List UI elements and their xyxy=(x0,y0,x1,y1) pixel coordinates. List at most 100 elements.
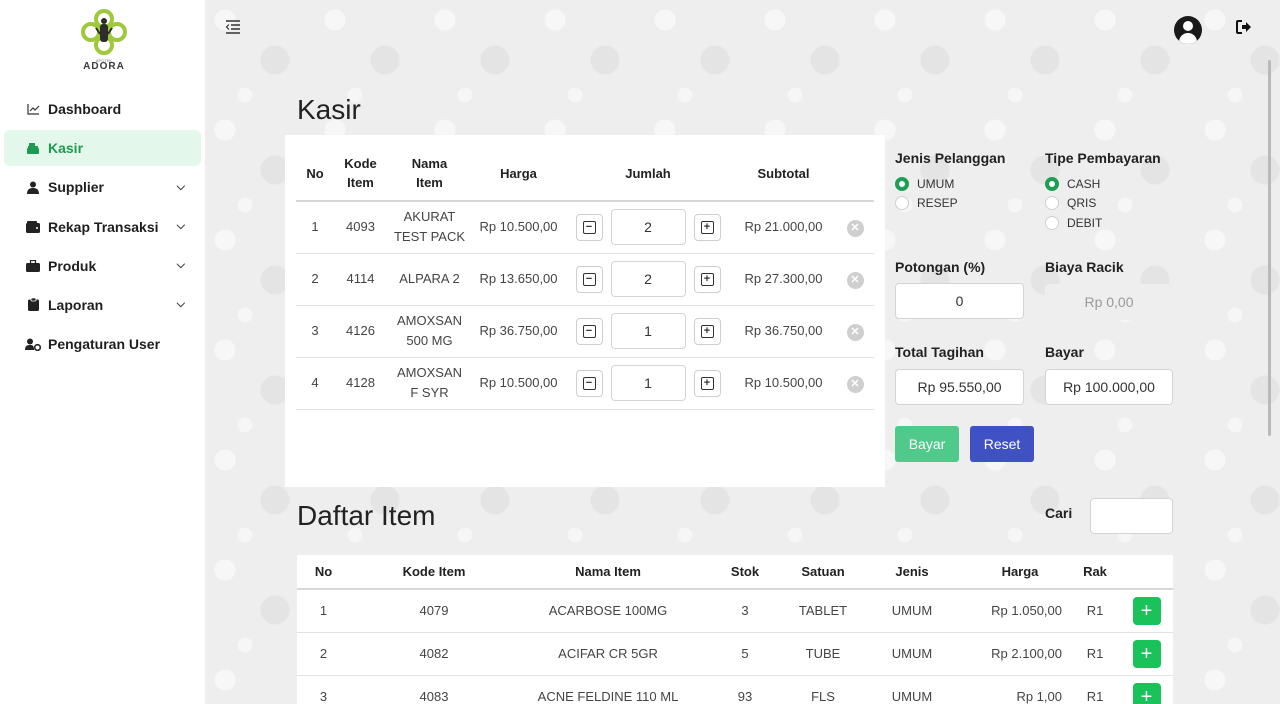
cell-action: + xyxy=(1120,632,1173,676)
increment-button[interactable]: + xyxy=(693,265,721,293)
radio-cash[interactable]: CASH xyxy=(1045,177,1100,191)
brand-logo[interactable]: APOTEK ADORA xyxy=(78,8,130,78)
radio-resep[interactable]: RESEP xyxy=(895,196,958,210)
bayar-button[interactable]: Bayar xyxy=(895,426,959,462)
brand-name: ADORA xyxy=(83,61,125,72)
quantity-input[interactable] xyxy=(610,261,686,297)
col-no: No xyxy=(296,146,334,202)
cell-nama: AMOXSAN F SYR xyxy=(387,357,472,410)
menu-toggle-icon[interactable] xyxy=(225,20,243,36)
cell-rak: R1 xyxy=(1070,675,1120,704)
radio-qris[interactable]: QRIS xyxy=(1045,196,1096,210)
radio-debit[interactable]: DEBIT xyxy=(1045,216,1102,230)
remove-item-icon[interactable]: ✕ xyxy=(846,271,864,289)
col-no: No xyxy=(297,555,350,590)
users-cog-icon xyxy=(25,338,41,351)
decrement-button[interactable]: − xyxy=(575,369,603,397)
radio-dot xyxy=(1045,177,1059,191)
briefcase-icon xyxy=(25,259,41,272)
sidebar-item-produk[interactable]: Produk xyxy=(4,248,201,284)
cell-jenis: UMUM xyxy=(854,632,970,676)
sidebar-item-label: Rekap Transaksi xyxy=(48,218,159,235)
cell-harga: Rp 1,00 xyxy=(970,675,1070,704)
sidebar-item-pengaturan-user[interactable]: Pengaturan User xyxy=(4,326,201,362)
cell-subtotal: Rp 21.000,00 xyxy=(731,201,836,254)
col-kode-item: Kode Item xyxy=(350,555,518,590)
minus-square-icon: − xyxy=(582,324,596,338)
sidebar-item-label: Pengaturan User xyxy=(48,336,161,353)
decrement-button[interactable]: − xyxy=(575,265,603,293)
increment-button[interactable]: + xyxy=(693,369,721,397)
col-stok: Stok xyxy=(698,555,792,590)
remove-item-icon[interactable]: ✕ xyxy=(846,219,864,237)
add-item-button[interactable]: + xyxy=(1132,596,1161,625)
cell-harga: Rp 10.500,00 xyxy=(472,357,565,410)
radio-dot xyxy=(895,196,909,210)
col-jenis: Jenis xyxy=(854,555,970,590)
tipe-pembayaran-label: Tipe Pembayaran xyxy=(1045,150,1161,166)
cell-stok: 5 xyxy=(698,632,792,676)
kasir-cart-panel: No Kode Item Nama Item Harga Jumlah Subtot… xyxy=(285,135,885,487)
cart-row: 1 4093 AKURATTEST PACK Rp 10.500,00 − + … xyxy=(296,201,874,254)
user-avatar-icon[interactable] xyxy=(1174,16,1202,44)
wallet-icon xyxy=(25,220,41,233)
increment-button[interactable]: + xyxy=(693,213,721,241)
cell-rak: R1 xyxy=(1070,632,1120,676)
remove-item-icon[interactable]: ✕ xyxy=(846,375,864,393)
add-item-button[interactable]: + xyxy=(1132,639,1161,668)
biaya-racik-label: Biaya Racik xyxy=(1045,259,1124,275)
sidebar-item-label: Laporan xyxy=(48,296,104,313)
radio-umum[interactable]: UMUM xyxy=(895,177,954,191)
cell-action: ✕ xyxy=(836,305,874,358)
potongan-input[interactable] xyxy=(895,283,1024,319)
cell-harga: Rp 36.750,00 xyxy=(472,305,565,358)
col-subtotal: Subtotal xyxy=(731,146,836,202)
col-nama-item: Nama Item xyxy=(387,146,472,202)
item-row: 1 4079 ACARBOSE 100MG 3 TABLET UMUM Rp 1… xyxy=(297,589,1173,633)
sidebar-item-laporan[interactable]: Laporan xyxy=(4,287,201,323)
chevron-down-icon xyxy=(177,298,185,311)
cell-action: ✕ xyxy=(836,201,874,254)
bayar-input[interactable] xyxy=(1045,369,1173,405)
logout-icon[interactable] xyxy=(1236,20,1254,38)
sidebar-item-supplier[interactable]: Supplier xyxy=(4,169,201,205)
remove-item-icon[interactable]: ✕ xyxy=(846,323,864,341)
quantity-input[interactable] xyxy=(610,209,686,246)
search-input[interactable] xyxy=(1090,498,1173,534)
sidebar-item-rekap-transaksi[interactable]: Rekap Transaksi xyxy=(4,209,201,245)
sidebar-item-kasir[interactable]: Kasir xyxy=(4,130,201,167)
decrement-button[interactable]: − xyxy=(575,317,603,345)
cell-nama: ACARBOSE 100MG xyxy=(518,589,698,633)
biaya-racik-input xyxy=(1045,284,1173,320)
page-title: Kasir xyxy=(297,94,361,125)
cell-kode: 4082 xyxy=(350,632,518,676)
total-tagihan-input[interactable] xyxy=(895,369,1024,405)
daftar-item-title: Daftar Item xyxy=(297,500,436,531)
decrement-button[interactable]: − xyxy=(575,213,603,241)
logo-icon xyxy=(81,9,127,55)
reset-button[interactable]: Reset xyxy=(970,426,1034,462)
quantity-input[interactable] xyxy=(610,365,686,401)
page-scrollbar[interactable] xyxy=(1268,60,1271,436)
radio-dot xyxy=(1045,216,1059,230)
bayar-label: Bayar xyxy=(1045,344,1084,360)
col-action xyxy=(1120,555,1173,590)
quantity-input[interactable] xyxy=(610,313,686,349)
add-item-button[interactable]: + xyxy=(1132,682,1161,704)
cell-satuan: TUBE xyxy=(792,632,854,676)
col-harga: Harga xyxy=(970,555,1070,590)
chevron-down-icon xyxy=(177,220,185,233)
increment-button[interactable]: + xyxy=(693,317,721,345)
cell-action: ✕ xyxy=(836,357,874,410)
item-row: 2 4082 ACIFAR CR 5GR 5 TUBE UMUM Rp 2.10… xyxy=(297,632,1173,676)
minus-square-icon: − xyxy=(582,220,596,234)
item-table: No Kode Item Nama Item Stok Satuan Jenis… xyxy=(297,555,1173,704)
cell-nama: ALPARA 2 xyxy=(387,253,472,306)
cell-no: 2 xyxy=(296,253,334,306)
col-action xyxy=(836,146,874,202)
cell-kode: 4114 xyxy=(334,253,387,306)
col-harga: Harga xyxy=(472,146,565,202)
cell-subtotal: Rp 36.750,00 xyxy=(731,305,836,358)
cell-kode: 4093 xyxy=(334,201,387,254)
sidebar-item-dashboard[interactable]: Dashboard xyxy=(4,91,201,127)
